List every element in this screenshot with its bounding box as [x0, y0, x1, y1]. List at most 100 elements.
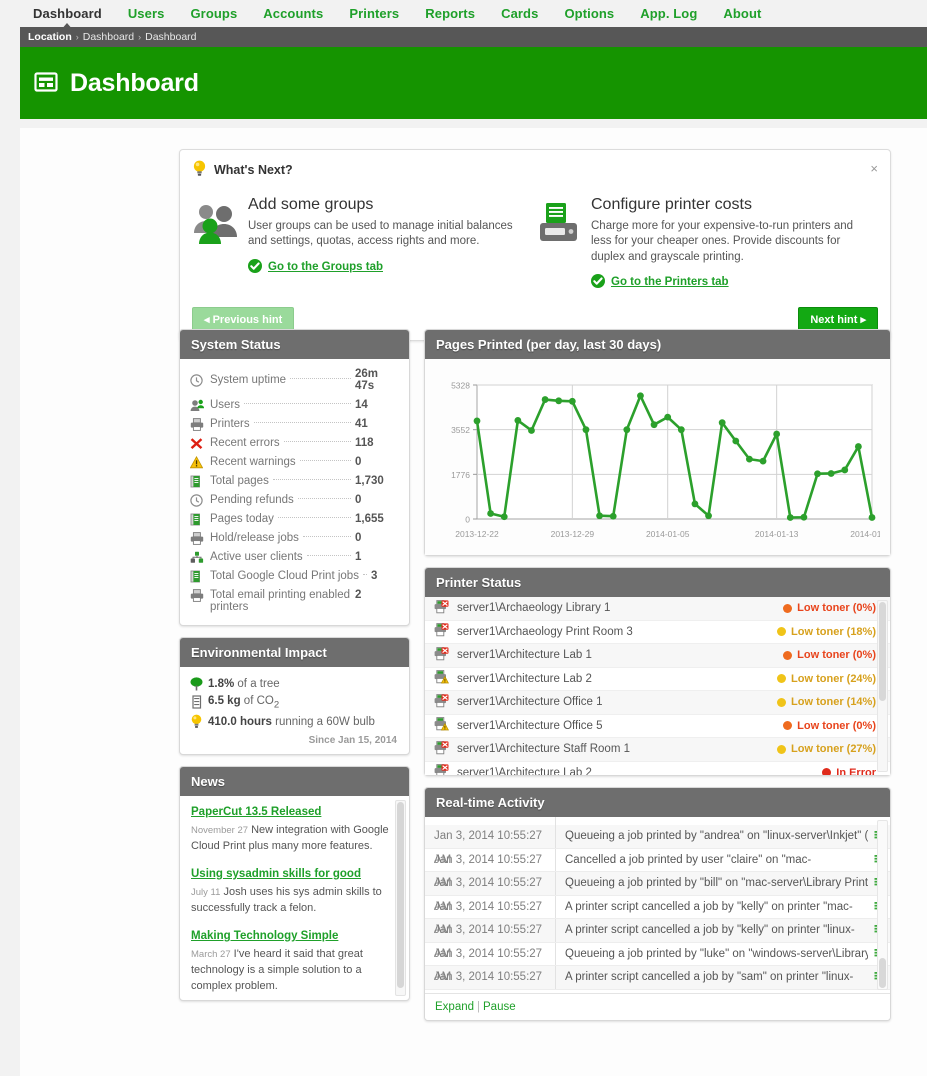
users-group-icon — [192, 196, 248, 291]
impact-co2-label: of CO — [240, 694, 274, 707]
check-circle-icon — [248, 258, 262, 276]
pause-link[interactable]: Pause — [483, 1001, 516, 1013]
news-date: November 27 — [191, 825, 249, 837]
environmental-impact-title: Environmental Impact — [180, 637, 409, 667]
printer-status-row[interactable]: server1\Architecture Staff Room 1 Low ton… — [425, 738, 890, 762]
status-dot-icon — [783, 603, 793, 613]
news-scrollbar-thumb[interactable] — [397, 802, 404, 989]
impact-tree-label: of a tree — [234, 677, 280, 690]
status-row-dots — [290, 378, 351, 380]
realtime-activity-title: Real-time Activity — [425, 788, 890, 817]
close-icon[interactable]: × — [870, 162, 878, 175]
news-scrollbar[interactable] — [395, 800, 406, 997]
printer-status-text: Low toner (27%) — [791, 743, 876, 756]
printer-status-badge: Low toner (24%) — [777, 673, 876, 685]
activity-row[interactable]: Jan 3, 2014 10:55:27 AM A printer script … — [425, 919, 890, 960]
activity-row[interactable]: Jan 3, 2014 10:55:27 AM Cancelled a job p… — [425, 848, 890, 889]
activity-row[interactable]: Jan 3, 2014 10:55:27 AM Queueing a job pr… — [425, 942, 890, 983]
printer-status-text: Low toner (14%) — [791, 696, 876, 709]
pages-icon — [190, 475, 210, 488]
status-row: Hold/release jobs 0 — [190, 529, 399, 548]
svg-text:3552: 3552 — [451, 425, 470, 435]
printer-status-row[interactable]: server1\Architecture Lab 1 Low toner (0%) — [425, 644, 890, 668]
activity-row[interactable]: Jan 3, 2014 10:55:27 AM Queueing a job pr… — [425, 825, 890, 866]
printer-error-icon — [434, 623, 457, 640]
news-headline-link[interactable]: Making Technology Simple — [191, 930, 338, 942]
svg-text:5328: 5328 — [451, 381, 470, 391]
clock-icon — [190, 374, 210, 387]
nav-item-app-log[interactable]: App. Log — [627, 6, 710, 21]
pages-icon — [190, 570, 210, 583]
status-row-dots — [244, 403, 351, 405]
pages-printed-line-chart: 0 1776 3552 5328 2013-12-22 2013-12-29 2014-01… — [451, 381, 880, 540]
nav-item-about[interactable]: About — [710, 6, 774, 21]
go-to-groups-tab-link[interactable]: Go to the Groups tab — [268, 261, 383, 273]
environmental-impact-body: 1.8% of a tree 6.5 kg of CO2 410.0 hours… — [180, 667, 409, 754]
status-row-dots — [299, 460, 351, 462]
realtime-activity-scrollbar[interactable] — [877, 820, 888, 990]
impact-row-co2: 6.5 kg of CO2 — [190, 693, 399, 712]
status-row-dots — [272, 479, 351, 481]
nav-item-options[interactable]: Options — [551, 6, 627, 21]
printer-status-text: Low toner (24%) — [791, 672, 876, 685]
printer-status-row[interactable]: server1\Architecture Lab 2 Low toner (24%… — [425, 667, 890, 691]
news-headline-link[interactable]: PaperCut 13.5 Released — [191, 806, 321, 818]
news-body: July 11 Josh uses his sys admin skills t… — [191, 885, 399, 917]
status-row-label: Total pages — [210, 475, 269, 488]
status-row-value: 1 — [355, 551, 362, 564]
page-header: Dashboard — [20, 47, 927, 119]
printer-status-scrollbar[interactable] — [877, 600, 888, 772]
status-row-label: Users — [210, 399, 241, 412]
printer-name: server1\Architecture Lab 2 — [457, 766, 592, 775]
impact-tree-value: 1.8% — [208, 677, 235, 690]
printer-status-row[interactable]: server1\Architecture Office 1 Low toner (… — [425, 691, 890, 715]
printer-status-text: Low toner (0%) — [797, 719, 876, 732]
activity-message: Queueing a job printed by "bill" on "mac… — [565, 877, 868, 890]
status-row: Pages today 1,655 — [190, 510, 399, 529]
news-headline-link[interactable]: Using sysadmin skills for good — [191, 868, 361, 880]
nav-item-dashboard[interactable]: Dashboard — [20, 6, 115, 31]
nav-item-users[interactable]: Users — [115, 6, 178, 21]
activity-message: A printer script cancelled a job by "kel… — [565, 900, 853, 913]
realtime-activity-scrollbar-thumb[interactable] — [879, 957, 886, 988]
printer-icon — [190, 417, 210, 431]
activity-row[interactable]: Jan 3, 2014 10:55:27 AM A printer script … — [425, 966, 890, 990]
status-row-value: 1,655 — [355, 513, 384, 526]
printer-error-icon — [434, 646, 457, 664]
printer-status-row[interactable]: server1\Architecture Office 5 Low toner (… — [425, 714, 890, 738]
printer-icon — [190, 588, 210, 602]
nav-item-cards[interactable]: Cards — [488, 6, 551, 21]
expand-link[interactable]: Expand — [435, 1001, 474, 1013]
go-to-printers-tab-link[interactable]: Go to the Printers tab — [611, 276, 729, 288]
news-body: March 27 I've heard it said that great t… — [191, 947, 399, 995]
activity-row[interactable]: Jan 3, 2014 10:55:27 AM Queueing a job pr… — [425, 872, 890, 913]
nav-item-groups[interactable]: Groups — [177, 6, 250, 21]
status-row-label: Hold/release jobs — [210, 532, 299, 545]
news-item: Using sysadmin skills for good July 11 Jo… — [191, 866, 399, 917]
nav-item-printers[interactable]: Printers — [336, 6, 412, 21]
status-row-value: 2 — [355, 588, 362, 601]
printer-status-row[interactable]: server1\Archaeology Print Room 3 Low tone… — [425, 620, 890, 644]
activity-message: Queueing a job printed by "andrea" on "l… — [565, 830, 868, 843]
nav-item-accounts[interactable]: Accounts — [250, 6, 336, 21]
breadcrumb-item-0[interactable]: Dashboard — [83, 31, 134, 43]
printer-error-icon — [434, 599, 457, 617]
printer-status-badge: Low toner (0%) — [783, 720, 876, 732]
status-dot-icon — [777, 697, 787, 707]
nav-item-reports[interactable]: Reports — [412, 6, 488, 21]
printer-status-text: Low toner (18%) — [791, 625, 876, 638]
chart-body: 0 1776 3552 5328 2013-12-22 2013-12-29 2014-01… — [425, 359, 890, 555]
svg-text:2014-01-13: 2014-01-13 — [755, 529, 799, 539]
printer-status-scrollbar-thumb[interactable] — [879, 602, 886, 701]
printer-error-icon — [434, 764, 457, 775]
hint-card-groups: Add some groups User groups can be used … — [192, 196, 535, 291]
printer-status-panel: Printer Status server1\Archaeology Libra… — [424, 567, 891, 776]
status-row-label: Total email printing enabled printers — [210, 588, 351, 613]
activity-row[interactable]: Jan 3, 2014 10:55:27 AM A printer script … — [425, 895, 890, 936]
printer-status-row[interactable]: server1\Architecture Lab 2 In Error — [425, 761, 890, 775]
breadcrumb-item-1[interactable]: Dashboard — [145, 31, 196, 43]
printer-status-row[interactable]: server1\Archaeology Library 1 Low toner (… — [425, 597, 890, 621]
bulb-icon — [190, 714, 208, 729]
svg-text:2014-01-20: 2014-01-20 — [850, 529, 880, 539]
tree-icon — [190, 677, 208, 691]
